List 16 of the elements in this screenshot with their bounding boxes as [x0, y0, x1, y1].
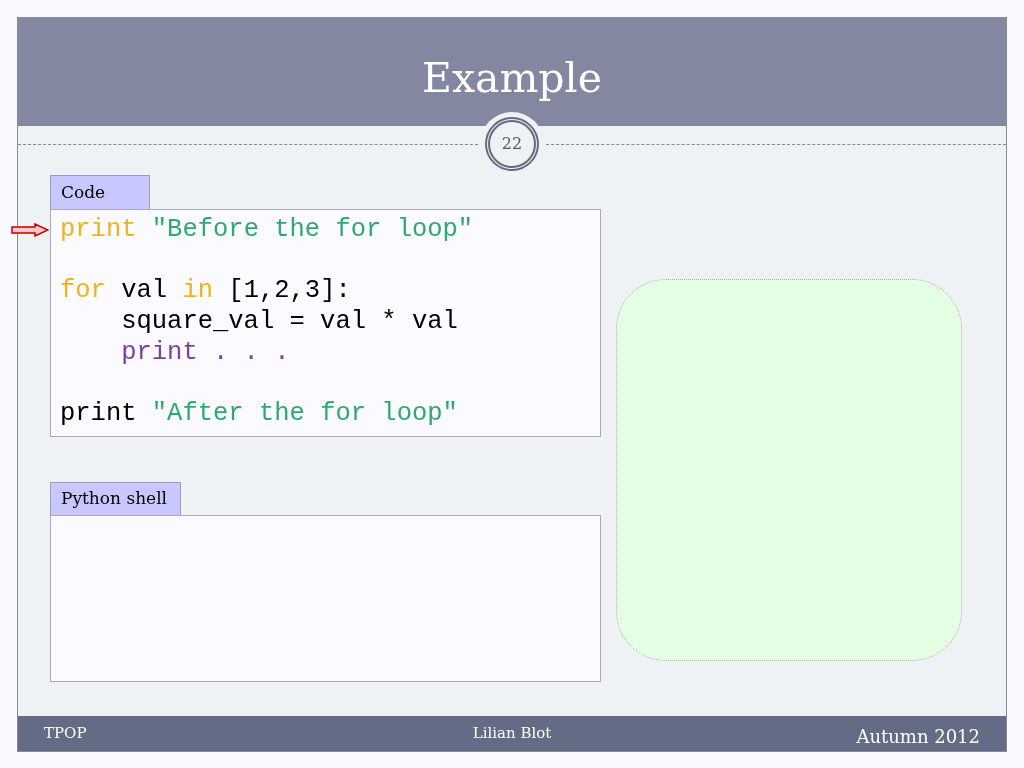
code-text: for [60, 276, 106, 308]
code-text: print [60, 215, 137, 246]
code-text: square_val = val * val [121, 307, 458, 338]
slide-title: Example [422, 53, 602, 104]
code-text: "Before the for loop" [151, 215, 474, 246]
code-text: print . . . [121, 337, 290, 369]
code-panel-label: Code [50, 175, 150, 210]
code-text: print [60, 399, 137, 430]
code-text: "After the for loop" [151, 399, 458, 430]
footer-course: TPOP [44, 723, 87, 745]
code-text: [1,2,3]: [228, 276, 351, 308]
code-text: in [182, 276, 214, 308]
code-text: val [121, 276, 168, 308]
footer-date: Autumn 2012 [856, 725, 980, 749]
shell-panel-label: Python shell [50, 481, 181, 516]
footer-author: Lilian Blot [472, 723, 552, 745]
